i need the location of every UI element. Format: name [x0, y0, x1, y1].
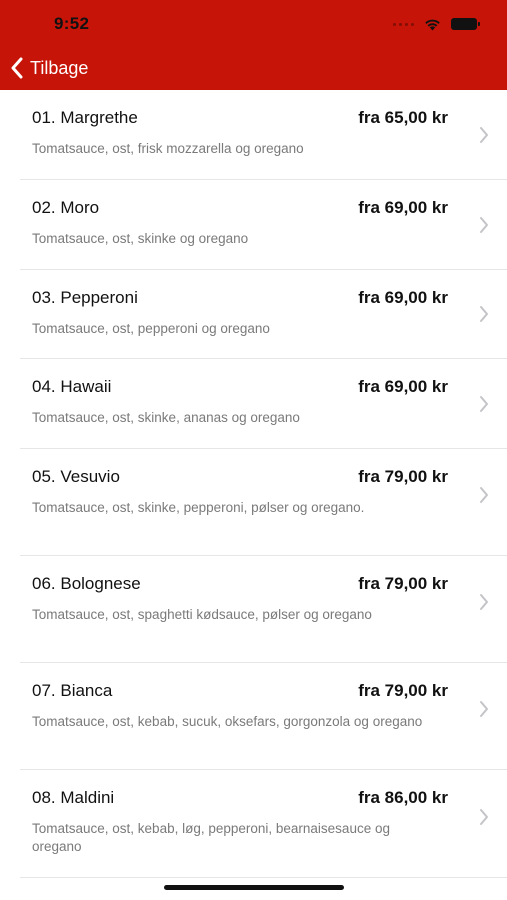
chevron-right-icon	[480, 487, 488, 503]
home-indicator	[164, 885, 344, 890]
item-description: Tomatsauce, ost, kebab, sucuk, oksefars,…	[32, 714, 423, 729]
back-button-label: Tilbage	[30, 57, 89, 78]
item-name: 06. Bolognese	[32, 574, 141, 593]
item-price: fra 69,00 kr	[358, 198, 448, 217]
item-description: Tomatsauce, ost, skinke, pepperoni, pøls…	[32, 500, 365, 515]
chevron-right-icon	[480, 395, 488, 412]
chevron-right-icon	[480, 216, 488, 233]
list-item[interactable]: 04. Hawaii fra 69,00 kr Tomatsauce, ost,…	[20, 359, 507, 449]
list-item[interactable]: 05. Vesuvio fra 79,00 kr Tomatsauce, ost…	[20, 449, 507, 556]
item-name: 02. Moro	[32, 198, 100, 217]
status-time: 9:52	[54, 14, 90, 33]
item-price: fra 69,00 kr	[358, 377, 448, 396]
list-item[interactable]: 06. Bolognese fra 79,00 kr Tomatsauce, o…	[20, 556, 507, 663]
chevron-left-icon	[11, 57, 23, 79]
item-name: 07. Bianca	[32, 681, 113, 700]
item-name: 04. Hawaii	[32, 377, 112, 396]
item-price: fra 79,00 kr	[358, 574, 448, 593]
item-price: fra 86,00 kr	[358, 788, 448, 807]
item-name: 05. Vesuvio	[32, 467, 120, 486]
chevron-right-icon	[480, 306, 488, 322]
navigation-header: 9:52 Tilbage	[0, 0, 507, 90]
item-description: Tomatsauce, ost, frisk mozzarella og ore…	[32, 141, 304, 156]
item-name: 03. Pepperoni	[32, 288, 138, 307]
item-description: Tomatsauce, ost, kebab, løg, pepperoni, …	[32, 821, 390, 854]
cellular-signal-icon	[393, 22, 414, 26]
status-icons	[393, 15, 480, 33]
chevron-right-icon	[480, 808, 488, 825]
item-price: fra 79,00 kr	[358, 467, 448, 486]
battery-icon	[451, 18, 480, 30]
back-button[interactable]: Tilbage	[10, 54, 88, 82]
item-name: 08. Maldini	[32, 788, 115, 807]
list-item[interactable]: 08. Maldini fra 86,00 kr Tomatsauce, ost…	[20, 770, 507, 878]
item-price: fra 79,00 kr	[358, 681, 448, 700]
item-price: fra 65,00 kr	[358, 108, 448, 127]
chevron-right-icon	[480, 701, 488, 717]
item-name: 01. Margrethe	[32, 108, 138, 127]
wifi-icon	[424, 18, 441, 31]
item-description: Tomatsauce, ost, skinke, ananas og orega…	[32, 410, 300, 425]
list-item[interactable]: 01. Margrethe fra 65,00 kr Tomatsauce, o…	[20, 90, 507, 180]
list-item[interactable]: 07. Bianca fra 79,00 kr Tomatsauce, ost,…	[20, 663, 507, 770]
chevron-right-icon	[480, 126, 488, 143]
list-item[interactable]: 02. Moro fra 69,00 kr Tomatsauce, ost, s…	[20, 180, 507, 270]
menu-list: 01. Margrethe fra 65,00 kr Tomatsauce, o…	[0, 90, 507, 878]
item-description: Tomatsauce, ost, skinke og oregano	[32, 231, 249, 246]
item-description: Tomatsauce, ost, pepperoni og oregano	[32, 321, 270, 336]
chevron-right-icon	[480, 594, 488, 610]
item-price: fra 69,00 kr	[358, 288, 448, 307]
list-item[interactable]: 03. Pepperoni fra 69,00 kr Tomatsauce, o…	[20, 270, 507, 359]
item-description: Tomatsauce, ost, spaghetti kødsauce, pøl…	[32, 607, 372, 622]
